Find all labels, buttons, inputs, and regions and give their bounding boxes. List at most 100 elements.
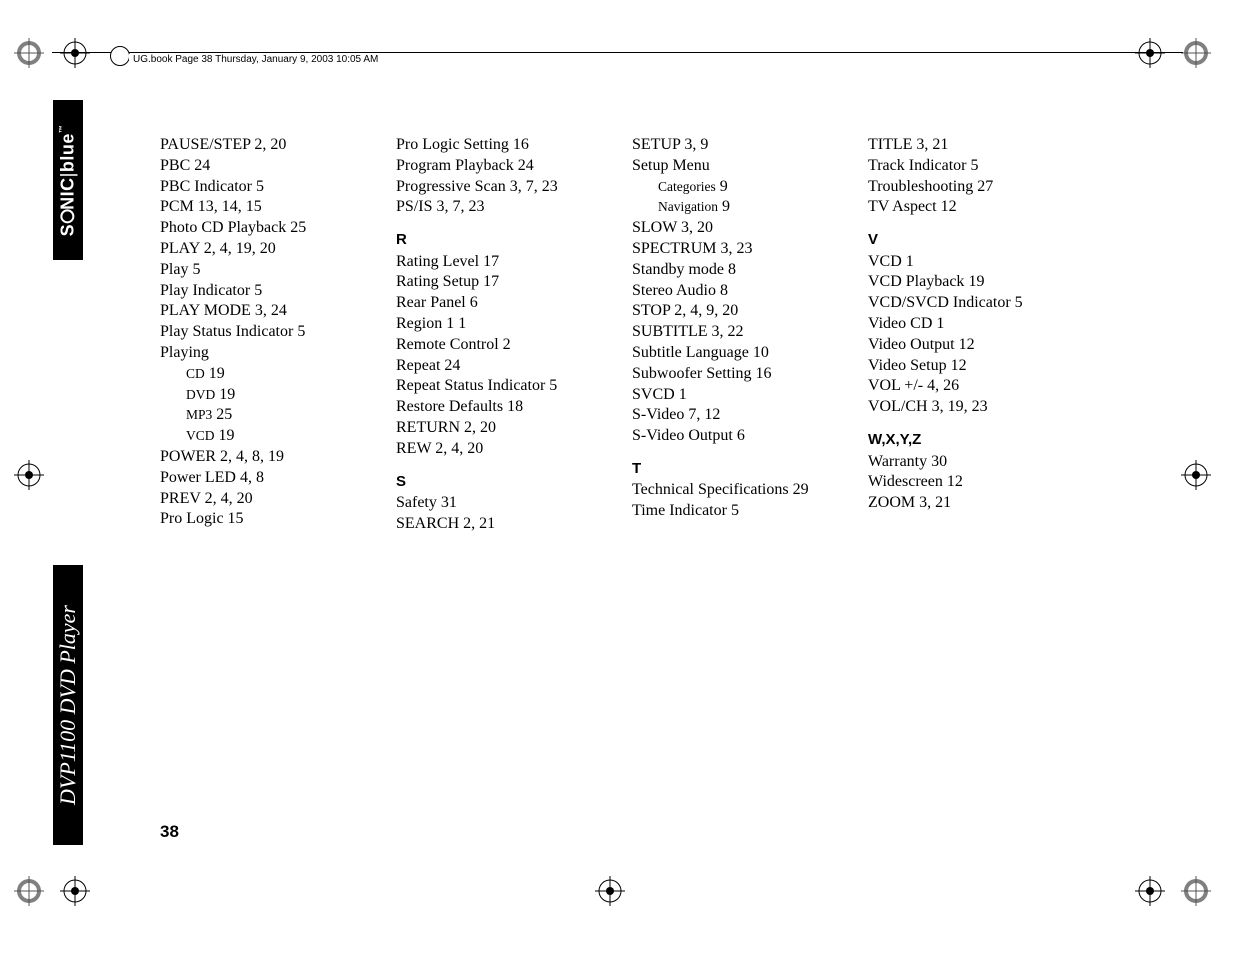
registration-mark-mr: [1181, 460, 1221, 500]
index-term: MP3: [186, 407, 212, 422]
index-term: SLOW: [632, 219, 677, 236]
registration-mark-br-outer: [1181, 876, 1221, 916]
index-entry: Video Setup 12: [868, 356, 1080, 377]
index-pages: 5: [250, 282, 262, 299]
index-entry: Progressive Scan 3, 7, 23: [396, 177, 608, 198]
index-pages: 30: [927, 453, 947, 470]
index-pages: 9: [716, 178, 728, 195]
index-entry: VOL +/- 4, 26: [868, 376, 1080, 397]
index-term: TV Aspect: [868, 198, 937, 215]
index-entry: Warranty 30: [868, 452, 1080, 473]
index-term: Repeat Status Indicator: [396, 377, 545, 394]
index-entry: Subtitle Language 10: [632, 343, 844, 364]
index-term: PAUSE/STEP: [160, 136, 250, 153]
index-term: VCD Playback: [868, 273, 964, 290]
index-pages: 3, 21: [912, 136, 948, 153]
index-term: VOL/CH: [868, 398, 928, 415]
index-pages: 17: [479, 273, 499, 290]
index-entry: SPECTRUM 3, 23: [632, 239, 844, 260]
index-entry: Play Status Indicator 5: [160, 322, 372, 343]
index-term: SEARCH: [396, 515, 459, 532]
index-pages: 3, 9: [680, 136, 708, 153]
index-pages: 2, 4, 19, 20: [200, 240, 276, 257]
index-term: DVD: [186, 387, 215, 402]
index-entry: STOP 2, 4, 9, 20: [632, 301, 844, 322]
index-entry: Safety 31: [396, 493, 608, 514]
index-term: Remote Control: [396, 336, 499, 353]
index-section-heading: R: [396, 230, 608, 250]
index-entry: POWER 2, 4, 8, 19: [160, 447, 372, 468]
index-term: Rear Panel: [396, 294, 466, 311]
index-entry: SEARCH 2, 21: [396, 514, 608, 535]
index-entry: PAUSE/STEP 2, 20: [160, 135, 372, 156]
index-pages: 3, 21: [915, 494, 951, 511]
index-pages: 8: [716, 282, 728, 299]
index-entry: Program Playback 24: [396, 156, 608, 177]
index-entry: Pro Logic 15: [160, 509, 372, 530]
index-entry: Region 1 1: [396, 314, 608, 335]
index-entry: REW 2, 4, 20: [396, 439, 608, 460]
index-subentry: Categories 9: [632, 177, 844, 198]
index-pages: 5: [727, 502, 739, 519]
index-pages: 12: [943, 473, 963, 490]
index-pages: 1: [902, 253, 914, 270]
index-entry: Video Output 12: [868, 335, 1080, 356]
index-pages: 7, 12: [684, 406, 720, 423]
index-entry: Repeat Status Indicator 5: [396, 376, 608, 397]
index-section-heading: V: [868, 230, 1080, 250]
index-entry: PBC 24: [160, 156, 372, 177]
index-pages: 6: [466, 294, 478, 311]
index-term: Playing: [160, 344, 209, 361]
registration-mark-tr-outer: [1181, 38, 1221, 78]
index-term: Subwoofer Setting: [632, 365, 752, 382]
index-term: RETURN: [396, 419, 460, 436]
index-pages: 1: [454, 315, 466, 332]
index-entry: SLOW 3, 20: [632, 218, 844, 239]
index-entry: Time Indicator 5: [632, 501, 844, 522]
index-pages: 24: [514, 157, 534, 174]
index-pages: 15: [224, 510, 244, 527]
index-entry: Rating Level 17: [396, 252, 608, 273]
index-pages: 16: [752, 365, 772, 382]
index-term: Play: [160, 261, 188, 278]
index-entry: Play 5: [160, 260, 372, 281]
index-section-heading: W,X,Y,Z: [868, 430, 1080, 450]
index-term: S-Video: [632, 406, 684, 423]
index-pages: 3, 7, 23: [506, 178, 558, 195]
index-term: PCM: [160, 198, 194, 215]
index-term: POWER: [160, 448, 216, 465]
index-entry: Technical Specifications 29: [632, 480, 844, 501]
index-entry: Play Indicator 5: [160, 281, 372, 302]
index-pages: 13, 14, 15: [194, 198, 262, 215]
index-pages: 24: [190, 157, 210, 174]
index-term: Setup Menu: [632, 157, 710, 174]
index-entry: RETURN 2, 20: [396, 418, 608, 439]
index-entry: Photo CD Playback 25: [160, 218, 372, 239]
index-pages: 3, 23: [716, 240, 752, 257]
index-entry: VOL/CH 3, 19, 23: [868, 397, 1080, 418]
registration-mark-bc: [595, 876, 635, 916]
index-term: VOL +/-: [868, 377, 923, 394]
index-pages: 17: [479, 253, 499, 270]
index-entry: Setup Menu: [632, 156, 844, 177]
index-subentry: VCD 19: [160, 426, 372, 447]
index-term: Program Playback: [396, 157, 514, 174]
index-pages: 8: [724, 261, 736, 278]
index-entry: Remote Control 2: [396, 335, 608, 356]
index-entry: PCM 13, 14, 15: [160, 197, 372, 218]
index-term: REW: [396, 440, 431, 457]
index-pages: 24: [440, 357, 460, 374]
index-pages: 5: [967, 157, 979, 174]
index-pages: 25: [212, 406, 232, 423]
index-pages: 5: [1011, 294, 1023, 311]
index-subentry: DVD 19: [160, 385, 372, 406]
index-pages: 9: [718, 198, 730, 215]
index-pages: 2, 4, 8, 19: [216, 448, 284, 465]
index-term: Video Setup: [868, 357, 947, 374]
index-entry: SETUP 3, 9: [632, 135, 844, 156]
index-subentry: CD 19: [160, 364, 372, 385]
index-pages: 5: [293, 323, 305, 340]
index-entry: TV Aspect 12: [868, 197, 1080, 218]
product-sidebar: DVP1100 DVD Player: [53, 565, 83, 845]
index-entry: VCD/SVCD Indicator 5: [868, 293, 1080, 314]
